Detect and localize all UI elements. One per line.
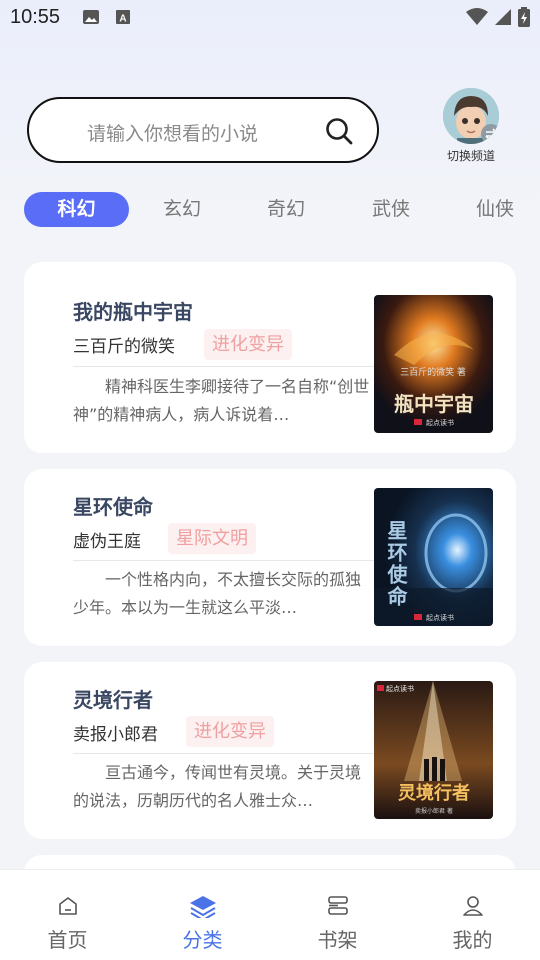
cover-title-text: 星环使命 <box>384 520 408 608</box>
book-cover[interactable]: 起点读书 灵境行者 卖报小郎君 著 <box>374 681 493 819</box>
book-card[interactable]: 星环使命 虚伪王庭 星际文明 一个性格内向，不太擅长交际的孤独少年。本以为一生就… <box>24 469 516 646</box>
book-card[interactable]: 灵境行者 卖报小郎君 进化变异 亘古通今，传闻世有灵境。关于灵境的说法，历朝历代… <box>24 662 516 839</box>
tab-fantasy[interactable]: 奇幻 <box>258 192 314 227</box>
search-icon[interactable] <box>325 117 353 145</box>
nav-bookshelf-label: 书架 <box>317 928 358 952</box>
book-description: 一个性格内向，不太擅长交际的孤独少年。本以为一生就这么平淡… <box>73 570 362 617</box>
cover-publisher-text: 起点读书 <box>426 418 454 427</box>
nav-profile[interactable]: 我的 <box>405 870 540 953</box>
divider <box>73 560 374 561</box>
book-description: 精神科医生李卿接待了一名自称“创世神”的精神病人，病人诉说着… <box>73 377 370 424</box>
cover-title-text: 灵境行者 <box>398 782 470 804</box>
user-icon <box>462 896 483 916</box>
switch-channel-button[interactable]: 切换频道 <box>441 88 501 164</box>
nav-profile-label: 我的 <box>452 928 493 952</box>
book-tag[interactable]: 进化变异 <box>186 716 274 747</box>
book-author: 三百斤的微笑 <box>73 337 175 357</box>
nav-category[interactable]: 分类 <box>135 870 270 953</box>
bottom-nav: 首页 分类 书架 我的 <box>0 869 540 960</box>
book-title[interactable]: 星环使命 <box>73 491 153 520</box>
tab-wuxia[interactable]: 武侠 <box>363 192 419 227</box>
nav-home[interactable]: 首页 <box>0 870 135 953</box>
nav-bookshelf[interactable]: 书架 <box>270 870 405 953</box>
book-description: 亘古通今，传闻世有灵境。关于灵境的说法，历朝历代的名人雅士众… <box>73 763 362 810</box>
book-tag[interactable]: 星际文明 <box>168 523 256 554</box>
book-author: 虚伪王庭 <box>73 532 141 552</box>
book-card[interactable]: 我的瓶中宇宙 三百斤的微笑 进化变异 精神科医生李卿接待了一名自称“创世神”的精… <box>24 262 516 453</box>
book-cover[interactable]: 三百斤的微笑 著 瓶中宇宙 起点读书 <box>374 295 493 433</box>
tab-scifi[interactable]: 科幻 <box>24 192 129 227</box>
cellular-signal-icon <box>495 9 511 25</box>
cover-author-text: 卖报小郎君 著 <box>415 807 453 815</box>
book-title[interactable]: 灵境行者 <box>73 684 153 713</box>
search-input[interactable]: 请输入你想看的小说 <box>87 119 258 146</box>
nav-category-label: 分类 <box>182 928 223 952</box>
bookshelf-icon <box>327 896 348 915</box>
cover-publisher-text: 起点读书 <box>426 613 454 622</box>
book-tag[interactable]: 进化变异 <box>204 329 292 360</box>
cover-publisher-text: 起点读书 <box>386 684 414 693</box>
avatar[interactable] <box>443 88 499 144</box>
svg-text:A: A <box>119 14 126 25</box>
search-bar[interactable]: 请输入你想看的小说 <box>27 97 379 163</box>
battery-icon <box>518 7 530 27</box>
book-author: 卖报小郎君 <box>73 725 158 745</box>
font-notification-icon: A <box>116 10 130 25</box>
category-tabs: 科幻 玄幻 奇幻 武侠 仙侠 <box>24 192 540 228</box>
wifi-icon <box>466 8 488 25</box>
status-time: 10:55 <box>10 6 61 28</box>
layers-icon <box>189 896 216 922</box>
nav-home-label: 首页 <box>47 928 88 952</box>
tab-xuanhuan[interactable]: 玄幻 <box>154 192 210 227</box>
cover-author-text: 三百斤的微笑 著 <box>400 366 466 378</box>
switch-channel-label: 切换频道 <box>446 149 495 163</box>
divider <box>73 753 374 754</box>
divider <box>73 366 374 367</box>
swap-icon <box>481 124 499 144</box>
tab-xianxia[interactable]: 仙侠 <box>467 192 523 227</box>
status-bar: 10:55 A <box>0 0 540 36</box>
home-icon <box>58 897 77 915</box>
book-cover[interactable]: 星环使命 起点读书 <box>374 488 493 626</box>
book-title[interactable]: 我的瓶中宇宙 <box>73 296 193 325</box>
cover-title-text: 瓶中宇宙 <box>394 392 474 416</box>
image-notification-icon <box>83 10 99 24</box>
